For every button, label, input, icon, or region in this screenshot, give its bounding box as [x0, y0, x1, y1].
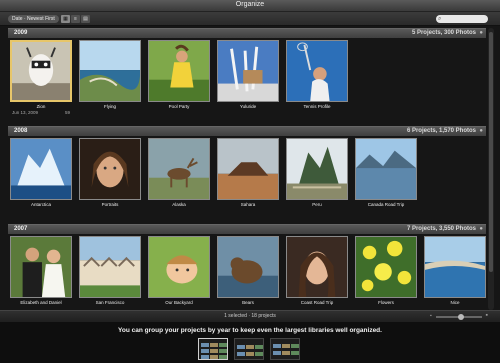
project-tile[interactable]: Coast Road Trip [286, 236, 348, 305]
project-name[interactable]: Alaska [148, 202, 210, 207]
project-tile[interactable]: Antarctica [10, 138, 72, 207]
status-bar: 1 selected · 18 projects ▪ ▪ [0, 310, 500, 322]
project-name[interactable]: Zion [10, 104, 72, 109]
project-name[interactable]: Bears [217, 300, 279, 305]
scrollbar-thumb[interactable] [489, 32, 493, 272]
small-thumbnail-icon: ▪ [430, 313, 432, 319]
slide-thumbnail-3[interactable] [270, 338, 300, 360]
year-group-header[interactable]: 2007 7 Projects, 3,550 Photos ● [8, 224, 486, 234]
project-name[interactable]: Coast Road Trip [286, 300, 348, 305]
year-summary: 7 Projects, 3,550 Photos [406, 226, 476, 232]
project-thumbnail[interactable] [10, 40, 72, 102]
project-tile[interactable]: Zion Jun 13, 2009 59 [10, 40, 72, 115]
project-tile[interactable]: Pool Party [148, 40, 210, 109]
project-tile[interactable]: Alaska [148, 138, 210, 207]
project-tile[interactable]: Sahara [217, 138, 279, 207]
project-photo-count: 59 [64, 110, 70, 115]
project-name[interactable]: Sahara [217, 202, 279, 207]
project-thumbnail[interactable] [355, 236, 417, 298]
project-thumbnail[interactable] [424, 236, 486, 298]
project-name[interactable]: Tennis Profile [286, 104, 348, 109]
project-thumbnail[interactable] [217, 40, 279, 102]
project-tile[interactable]: Nice [424, 236, 486, 305]
project-tile[interactable]: Flowers [355, 236, 417, 305]
project-tile[interactable]: Bears [217, 236, 279, 305]
project-date: Jun 13, 2009 [12, 110, 39, 115]
project-thumbnail[interactable] [217, 138, 279, 200]
project-name[interactable]: Antarctica [10, 202, 72, 207]
project-name[interactable]: Elizabeth and Daniel [10, 300, 72, 305]
project-tile[interactable]: Canada Road Trip [355, 138, 417, 207]
project-tile[interactable]: San Francisco [79, 236, 141, 305]
projects-view-icon[interactable]: ▤ [81, 15, 90, 23]
project-thumbnail[interactable] [286, 40, 348, 102]
project-name[interactable]: Pool Party [148, 104, 210, 109]
project-thumbnail[interactable] [148, 40, 210, 102]
organize-window: Organize Date · Newest First ▦ ≡ ▤ ⌕ 200… [0, 0, 500, 322]
selection-status: 1 selected · 18 projects [224, 313, 276, 319]
project-thumbnail[interactable] [79, 40, 141, 102]
project-thumbnail[interactable] [148, 236, 210, 298]
caption-text: You can group your projects by year to k… [118, 327, 382, 334]
project-thumbnail[interactable] [10, 236, 72, 298]
vertical-scrollbar[interactable] [488, 28, 494, 310]
project-name[interactable]: Peru [286, 202, 348, 207]
year-summary: 5 Projects, 300 Photos [411, 30, 476, 36]
sort-menu[interactable]: Date · Newest First [8, 15, 59, 23]
slide-thumbnails [198, 338, 300, 360]
project-name[interactable]: Flying [79, 104, 141, 109]
project-thumbnail[interactable] [286, 138, 348, 200]
slide-thumbnail-1[interactable] [198, 338, 228, 360]
project-tile[interactable]: Our Backyard [148, 236, 210, 305]
project-tile[interactable]: Yuluride [217, 40, 279, 109]
search-icon: ⌕ [438, 16, 442, 22]
project-name[interactable]: Canada Road Trip [355, 202, 417, 207]
project-name[interactable]: Nice [424, 300, 486, 305]
large-thumbnail-icon: ▪ [485, 312, 488, 319]
grid-view-icon[interactable]: ▦ [61, 15, 70, 23]
project-tile[interactable]: Flying [79, 40, 141, 109]
window-title: Organize [235, 1, 265, 8]
project-thumbnail[interactable] [355, 138, 417, 200]
year-label: 2008 [14, 128, 28, 134]
toolbar: Date · Newest First ▦ ≡ ▤ ⌕ [0, 12, 500, 26]
project-tile[interactable]: Portraits [79, 138, 141, 207]
list-view-icon[interactable]: ≡ [71, 15, 80, 23]
project-thumbnail[interactable] [79, 138, 141, 200]
project-name[interactable]: Portraits [79, 202, 141, 207]
slider-knob[interactable] [458, 314, 464, 320]
disclosure-arrow-icon[interactable]: ● [479, 30, 483, 36]
search-input[interactable]: ⌕ [436, 15, 488, 23]
project-thumbnail[interactable] [79, 236, 141, 298]
project-thumbnail[interactable] [148, 138, 210, 200]
slide-thumbnail-2[interactable] [234, 338, 264, 360]
year-label: 2009 [14, 30, 28, 36]
year-group-header[interactable]: 2008 6 Projects, 1,570 Photos ● [8, 126, 486, 136]
project-thumbnail[interactable] [217, 236, 279, 298]
year-group-header[interactable]: 2009 5 Projects, 300 Photos ● [8, 28, 486, 38]
project-tile[interactable]: Tennis Profile [286, 40, 348, 109]
project-name[interactable]: Our Backyard [148, 300, 210, 305]
disclosure-arrow-icon[interactable]: ● [479, 128, 483, 134]
project-tile[interactable]: Elizabeth and Daniel [10, 236, 72, 305]
project-name[interactable]: Flowers [355, 300, 417, 305]
title-bar[interactable]: Organize [0, 0, 500, 12]
project-name[interactable]: San Francisco [79, 300, 141, 305]
year-summary: 6 Projects, 1,570 Photos [406, 128, 476, 134]
thumbnail-size-slider[interactable]: ▪ ▪ [430, 312, 488, 320]
project-tile[interactable]: Peru [286, 138, 348, 207]
disclosure-arrow-icon[interactable]: ● [479, 226, 483, 232]
project-thumbnail[interactable] [286, 236, 348, 298]
project-name[interactable]: Yuluride [217, 104, 279, 109]
projects-browser[interactable]: 2009 5 Projects, 300 Photos ● Zion Jun 13, 2… [8, 28, 486, 310]
view-mode-buttons: ▦ ≡ ▤ [61, 15, 90, 23]
project-thumbnail[interactable] [10, 138, 72, 200]
year-label: 2007 [14, 226, 28, 232]
